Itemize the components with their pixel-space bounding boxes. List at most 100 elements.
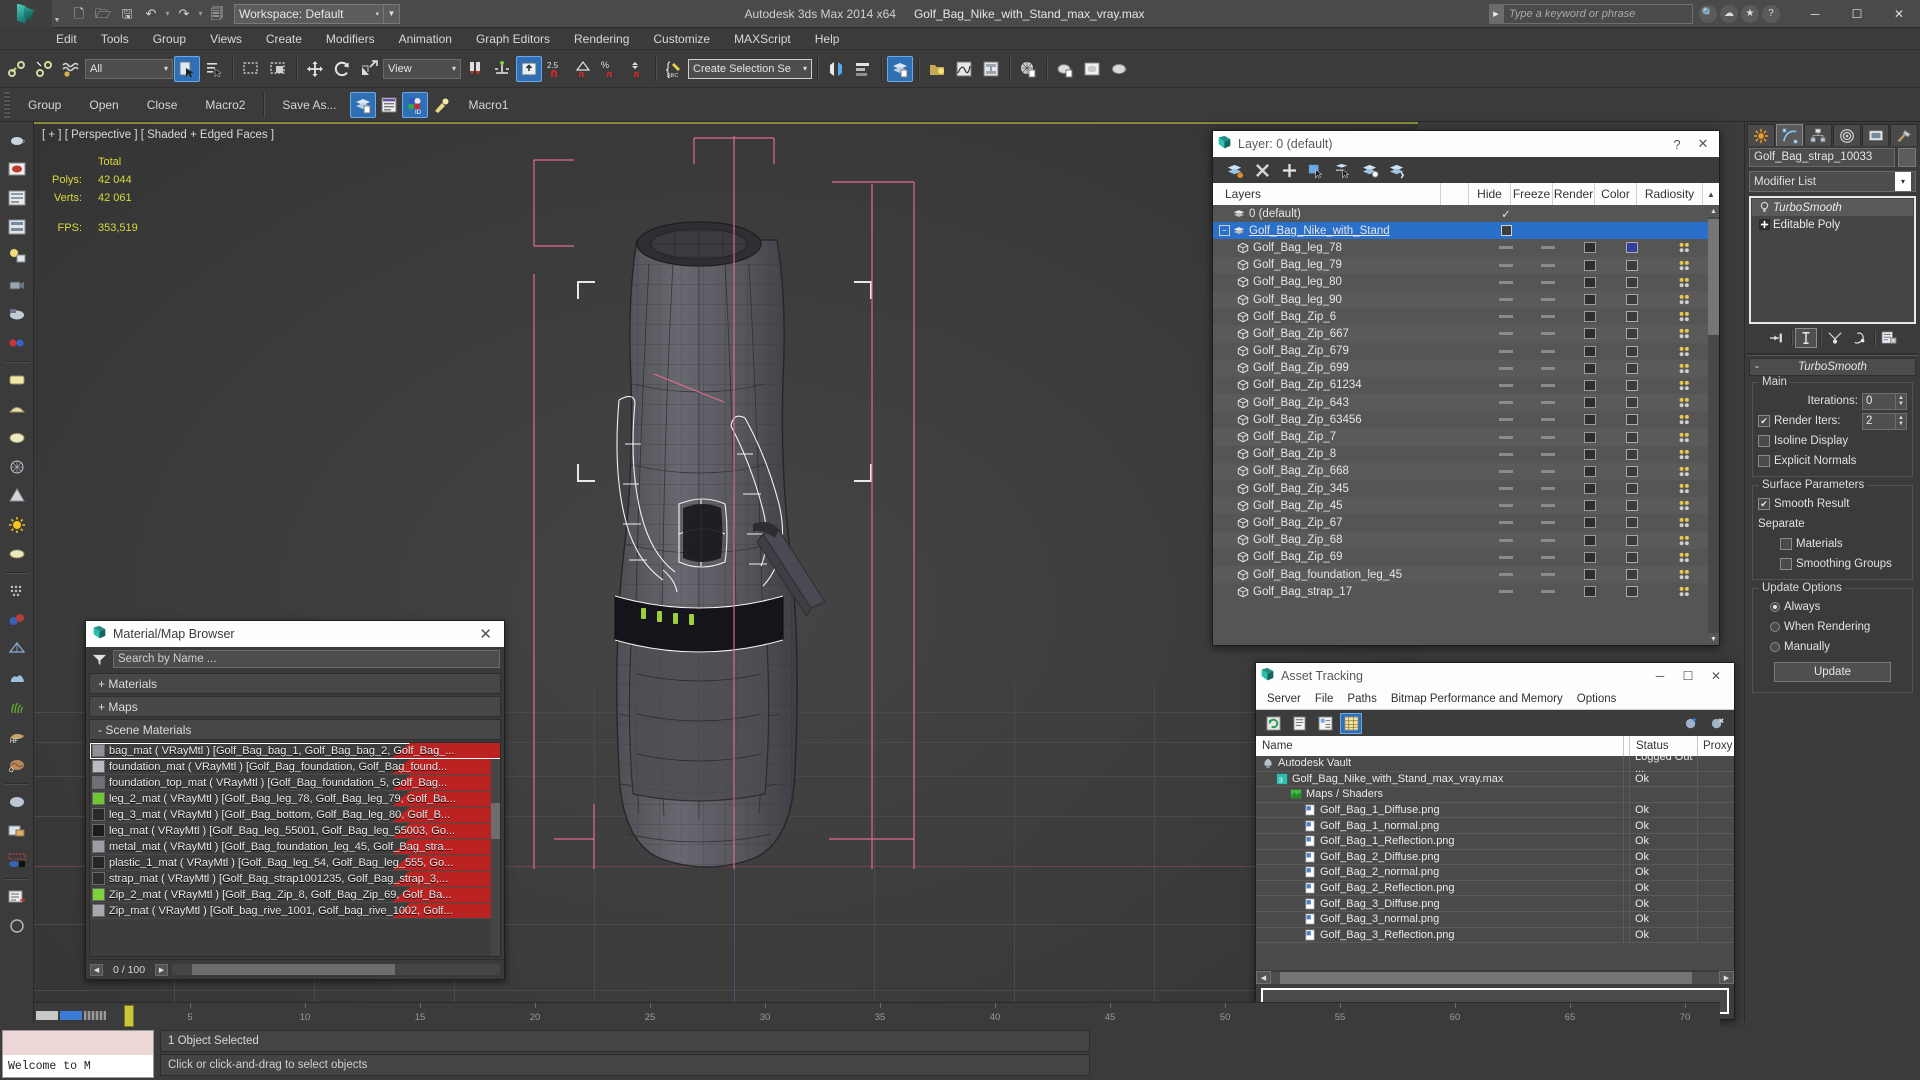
render-cell[interactable] — [1569, 500, 1611, 512]
render-cell[interactable] — [1569, 362, 1611, 374]
material-list-item[interactable]: leg_2_mat ( VRayMtl ) [Golf_Bag_leg_78, … — [90, 791, 500, 807]
layer-row[interactable]: Golf_Bag_leg_78 — [1213, 239, 1719, 256]
app-logo-button[interactable] — [0, 0, 52, 28]
material-sphere-button[interactable] — [3, 788, 31, 816]
redo-button[interactable]: ↷ — [173, 3, 195, 25]
material-list-item[interactable]: strap_mat ( VRayMtl ) [Golf_Bag_strap100… — [90, 871, 500, 887]
column-layers[interactable]: Layers — [1213, 183, 1441, 205]
freeze-cell[interactable] — [1527, 263, 1569, 267]
select-and-move-button[interactable] — [302, 56, 328, 82]
asset-row[interactable]: Golf_Bag_2_Reflection.png Ok — [1256, 880, 1734, 897]
undo-dropdown-caret-icon[interactable]: ▾ — [164, 9, 171, 18]
refresh-icon[interactable] — [1262, 713, 1284, 734]
select-and-scale-button[interactable] — [356, 56, 382, 82]
select-and-rotate-button[interactable] — [329, 56, 355, 82]
list-view-icon[interactable] — [1288, 713, 1310, 734]
asset-row[interactable]: Golf_Bag_2_Diffuse.png Ok — [1256, 849, 1734, 866]
asset-menu-paths[interactable]: Paths — [1340, 689, 1383, 710]
hide-cell[interactable] — [1485, 573, 1527, 577]
render-presets-button[interactable] — [3, 213, 31, 241]
tab-motion[interactable] — [1833, 124, 1861, 146]
dome-light-button[interactable] — [3, 395, 31, 423]
window-crossing-toggle-button[interactable] — [265, 56, 291, 82]
menu-edit[interactable]: Edit — [44, 28, 89, 50]
color-cell[interactable] — [1611, 483, 1653, 495]
metaball-button[interactable] — [3, 606, 31, 634]
timeline-seg-2[interactable] — [60, 1011, 82, 1020]
update-manually-radio[interactable] — [1770, 642, 1780, 652]
reference-coordinate-combo[interactable]: View ▾ — [383, 58, 461, 79]
hide-cell[interactable] — [1485, 538, 1527, 542]
color-cell[interactable] — [1611, 276, 1653, 288]
layer-row[interactable]: Golf_Bag_Zip_61234 — [1213, 377, 1719, 394]
column-hide[interactable]: Hide — [1469, 183, 1511, 205]
macro-open-button[interactable]: Open — [75, 93, 132, 117]
layer-row[interactable]: Golf_Bag_Zip_45 — [1213, 497, 1719, 515]
camera-button[interactable] — [3, 271, 31, 299]
close-icon[interactable]: ✕ — [1691, 133, 1715, 155]
close-icon[interactable]: ✕ — [1702, 664, 1730, 688]
highlight-layer-icon[interactable] — [1385, 159, 1409, 181]
infocenter-search-input[interactable]: Type a keyword or phrase — [1503, 3, 1693, 24]
asset-row[interactable]: Golf_Bag_1_Reflection.png Ok — [1256, 833, 1734, 850]
freeze-cell[interactable] — [1527, 246, 1569, 250]
layer-row[interactable]: Golf_Bag_Zip_69 — [1213, 549, 1719, 566]
asset-row[interactable]: Golf_Bag_1_Diffuse.png Ok — [1256, 802, 1734, 819]
light-lister-button[interactable] — [3, 242, 31, 270]
column-color[interactable]: Color — [1595, 183, 1637, 205]
color-cell[interactable] — [1611, 534, 1653, 546]
render-cell[interactable] — [1569, 414, 1611, 426]
asset-tracking-window[interactable]: Asset Tracking ─ ☐ ✕ Server File Paths Bitm… — [1255, 662, 1735, 1020]
hide-cell[interactable] — [1485, 246, 1527, 250]
material-browser-titlebar[interactable]: Material/Map Browser ✕ — [86, 621, 504, 647]
maximize-button[interactable]: ☐ — [1836, 0, 1878, 28]
scroll-down-icon[interactable]: ▼ — [1708, 633, 1719, 645]
macro1-button[interactable]: Macro1 — [454, 93, 522, 117]
freeze-cell[interactable] — [1527, 521, 1569, 525]
color-cell[interactable] — [1611, 500, 1653, 512]
help-icon[interactable]: ? — [1762, 4, 1780, 23]
bitmap-button[interactable] — [3, 817, 31, 845]
layer-row[interactable]: Golf_Bag_Zip_699 — [1213, 359, 1719, 377]
material-list-item[interactable]: metal_mat ( VRayMtl ) [Golf_Bag_foundati… — [90, 839, 500, 855]
scene-materials-list[interactable]: bag_mat ( VRayMtl ) [Golf_Bag_bag_1, Gol… — [89, 742, 501, 957]
hide-cell[interactable] — [1485, 555, 1527, 559]
layer-row[interactable]: Golf_Bag_Zip_345 — [1213, 480, 1719, 497]
undo-button[interactable]: ↶ — [140, 3, 162, 25]
freeze-cell[interactable] — [1527, 555, 1569, 559]
add-asset-icon[interactable] — [1680, 713, 1702, 734]
time-slider[interactable] — [124, 1004, 134, 1027]
hide-cell[interactable] — [1485, 298, 1527, 302]
layer-row[interactable]: 0 (default) ✓ — [1213, 205, 1719, 222]
modifier-stack-item[interactable]: Editable Poly — [1752, 216, 1913, 233]
modifier-list-combo[interactable]: Modifier List ▾ — [1749, 171, 1916, 192]
select-object-button[interactable] — [174, 55, 200, 82]
search-icon[interactable]: 🔍 — [1699, 4, 1717, 23]
new-file-button[interactable]: 🗋 — [68, 3, 90, 25]
close-icon[interactable]: ✕ — [473, 625, 498, 643]
iterations-value[interactable]: 0 — [1862, 392, 1896, 410]
update-button[interactable]: Update — [1774, 662, 1891, 682]
layer-row[interactable]: Golf_Bag_Zip_8 — [1213, 446, 1719, 463]
asset-row[interactable]: Autodesk Vault Logged Out ... — [1256, 756, 1734, 775]
golf-bag-model[interactable] — [549, 204, 929, 884]
material-list-item[interactable]: Zip_2_mat ( VRayMtl ) [Golf_Bag_Zip_8, G… — [90, 887, 500, 903]
maxscript-mini-listener[interactable]: Welcome to M — [2, 1030, 154, 1078]
scrollbar-thumb[interactable] — [1708, 219, 1719, 335]
color-cell[interactable] — [1611, 551, 1653, 563]
color-cell[interactable] — [1611, 586, 1653, 598]
more-tools-button[interactable] — [3, 912, 31, 940]
sun-button[interactable] — [3, 511, 31, 539]
modifier-stack-item[interactable]: TurboSmooth — [1752, 199, 1913, 216]
cleanup-macro-button[interactable] — [428, 92, 454, 118]
tab-utilities[interactable] — [1890, 124, 1919, 146]
hide-cell[interactable] — [1485, 349, 1527, 353]
asset-menu-file[interactable]: File — [1308, 689, 1341, 710]
open-file-button[interactable]: 🗁 — [92, 3, 114, 25]
freeze-cell[interactable] — [1527, 383, 1569, 387]
render-cell[interactable] — [1569, 311, 1611, 323]
freeze-cell[interactable] — [1527, 298, 1569, 302]
freeze-cell[interactable] — [1527, 349, 1569, 353]
update-manually-row[interactable]: Manually — [1758, 637, 1907, 657]
asset-row[interactable]: Golf_Bag_3_Diffuse.png Ok — [1256, 896, 1734, 912]
